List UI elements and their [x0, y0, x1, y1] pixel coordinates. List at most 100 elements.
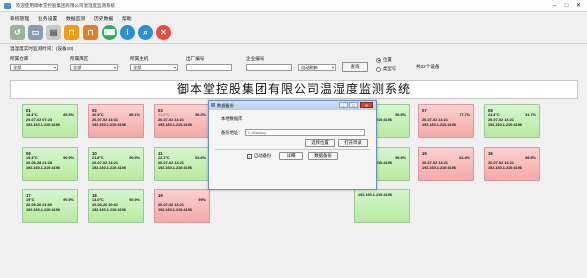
close-button[interactable]: ✕ [573, 2, 584, 10]
auto-backup-label: 自动备份 [254, 153, 272, 158]
backup-path-input[interactable]: C:\Backup [245, 129, 365, 136]
radio-location[interactable]: 位置 [376, 57, 392, 63]
menu-business[interactable]: 业务设置 [38, 15, 57, 22]
device-ip: 192.160.1.210:4196 [422, 123, 456, 127]
device-card[interactable]: 08 24.4°C 31.7% 20-07-02 14:21 192.160.1.210… [484, 104, 540, 138]
device-card[interactable]: 15 62.4% 20-07-02 14:21 192.160.1.210:4196 [418, 147, 474, 181]
maximize-button[interactable]: □ [561, 2, 572, 10]
keyboard-icon[interactable]: ⌨ [102, 25, 117, 40]
device-ip: 192.160.1.210:4196 [488, 166, 522, 170]
humidity: 98.5% [525, 156, 536, 160]
device-card[interactable]: 16 98.5% 20-07-02 14:21 192.160.1.210:4196 [484, 147, 540, 181]
chevron-down-icon: ▾ [113, 65, 116, 70]
humidity: 96.5% [395, 113, 406, 117]
meter-no-label: 出厂编号 [186, 56, 205, 61]
cancel-icon[interactable]: ✕ [156, 25, 171, 40]
chevron-down-icon: ▾ [173, 65, 176, 70]
minimize-button[interactable]: – [549, 2, 560, 10]
app-icon [4, 3, 11, 9]
device-ip: 192.160.1.210:4196 [488, 123, 522, 127]
query-button[interactable]: 查询 [342, 62, 368, 72]
humidity: 85.5% [63, 113, 74, 117]
menu-history[interactable]: 历史数据 [94, 15, 113, 22]
card-icon[interactable]: ▤ [46, 25, 61, 40]
company-banner: 御本堂控股集团有限公司温湿度监测系统 [10, 80, 578, 99]
dialog-minimize-button[interactable]: – [339, 102, 348, 108]
dialog-icon [211, 103, 215, 107]
backup-now-button[interactable]: 数据备份 [308, 152, 338, 160]
dialog-close-button[interactable]: ✕ [360, 102, 373, 108]
auto-backup-checkbox[interactable]: ✓ 自动备份 [247, 153, 271, 159]
checkbox-check-icon: ✓ [247, 153, 252, 159]
warehouse-select[interactable]: 全部 ▾ [10, 64, 58, 71]
radio-type[interactable]: 类型号 [376, 66, 396, 72]
unlock-icon[interactable]: ⊓ [64, 25, 79, 40]
device-ip: 192.160.1.210:4196 [158, 123, 192, 127]
lock-icon[interactable]: ⊓ [83, 25, 98, 40]
humidity: 92.6% [195, 156, 206, 160]
device-ip: 192.160.1.210:4196 [26, 123, 60, 127]
window-title: 欢迎使用御本堂控股集团有限公司温湿度监测系统 [16, 3, 115, 8]
auto-refresh-select[interactable]: 自动刷新 ▾ [298, 64, 336, 71]
device-ip: 192.160.1.210:4196 [158, 208, 192, 212]
auto-refresh-value: 自动刷新 [301, 65, 318, 70]
toolbar: ↺ ▭ ▤ ⊓ ⊓ ⌨ i ⌕ ✕ [0, 24, 587, 44]
backup-path-label: 备份地址： [221, 130, 243, 135]
device-card[interactable]: 09 19.3°C 90.9% 20-06-28 21:28 192.160.1.210… [22, 147, 78, 181]
menu-monitor[interactable]: 数据监测 [66, 15, 85, 22]
chevron-down-icon: ▾ [53, 65, 56, 70]
humidity: 90.9% [63, 198, 74, 202]
dialog-maximize-button[interactable]: □ [349, 102, 358, 108]
humidity: 96.0% [195, 113, 206, 117]
device-card[interactable]: 03 21.9°C 96.0% 20-07-02 14:21 192.160.1.210… [154, 104, 210, 138]
meter-no-input[interactable] [186, 64, 232, 71]
device-card[interactable]: 01 18.4°C 85.5% 20-07-02 07:24 192.160.1.210… [22, 104, 78, 138]
humidity: 90.9% [129, 156, 140, 160]
area-select[interactable]: 全部 ▾ [70, 64, 118, 71]
device-card[interactable]: 192.160.1.210:4196 [354, 189, 410, 223]
device-ip: 192.160.1.210:4196 [92, 166, 126, 170]
device-card[interactable]: 07 77.7% 20-07-02 14:21 192.160.1.210:4196 [418, 104, 474, 138]
warehouse-select-value: 全部 [13, 65, 22, 70]
computer-icon[interactable]: ▭ [28, 25, 43, 40]
menu-help[interactable]: 帮助 [122, 15, 132, 22]
area-label: 所属库区 [70, 56, 89, 61]
device-ip: 192.160.1.210:4196 [92, 123, 126, 127]
device-card[interactable]: 02 26.9°C 85.1% 20-07-02 14:31 192.160.1.210… [88, 104, 144, 138]
device-ip: 192.160.1.210:4196 [26, 208, 60, 212]
host-select-value: 全部 [133, 65, 142, 70]
dialog-title-bar: 数据备份 – □ ✕ [209, 101, 376, 110]
device-ip: 192.160.1.210:4196 [26, 166, 60, 170]
back-icon[interactable]: ↺ [10, 25, 25, 40]
device-ip: 192.160.1.210:4196 [92, 208, 126, 212]
device-card[interactable]: 11 22.1°C 92.6% 20-07-02 14:21 192.160.1.210… [154, 147, 210, 181]
device-card[interactable]: 17 19°C 90.9% 20-06-26 21:60 192.160.1.210:4… [22, 189, 78, 223]
device-count: 共22个设备 [416, 64, 440, 69]
menu-system[interactable]: 系统管理 [10, 15, 29, 22]
local-db-label: 本地数据库 [221, 116, 243, 121]
device-card[interactable]: 10 21.8°C 90.9% 20-07-02 14:21 192.160.1.210… [88, 147, 144, 181]
window-title-bar: 欢迎使用御本堂控股集团有限公司温湿度监测系统 – □ ✕ [0, 0, 587, 12]
chevron-down-icon: ▾ [331, 65, 334, 70]
device-ip: 192.160.1.210:4196 [158, 166, 192, 170]
company-no-input[interactable] [246, 64, 292, 71]
radio-dot [376, 66, 381, 72]
device-card[interactable]: 18 13.0°C 90.9% 20-06-26 20:01 192.160.1.210… [88, 189, 144, 223]
device-card[interactable]: 19 99% 20-07-02 14:21 192.160.1.210:4196 [154, 189, 210, 223]
choose-location-button[interactable]: 选择位置 [305, 139, 335, 147]
menu-bar: 系统管理 业务设置 数据监测 历史数据 帮助 [0, 13, 587, 23]
warehouse-label: 所属仓库 [10, 56, 29, 61]
divider [215, 149, 371, 150]
humidity: 96.5% [395, 156, 406, 160]
device-ip: 192.160.1.210:4196 [358, 193, 392, 197]
humidity: 99% [198, 198, 206, 202]
radio-dot [376, 57, 381, 63]
backup-dialog: 数据备份 – □ ✕ 本地数据库 备份地址： C:\Backup 选择位置 打开… [208, 100, 377, 190]
host-select[interactable]: 全部 ▾ [130, 64, 178, 71]
open-dir-button[interactable]: 打开目录 [338, 139, 368, 147]
radio-location-label: 位置 [383, 57, 392, 62]
info-icon[interactable]: i [120, 25, 135, 40]
radio-type-label: 类型号 [383, 66, 397, 71]
details-button[interactable]: 详细 [279, 152, 303, 160]
search-icon[interactable]: ⌕ [138, 25, 153, 40]
